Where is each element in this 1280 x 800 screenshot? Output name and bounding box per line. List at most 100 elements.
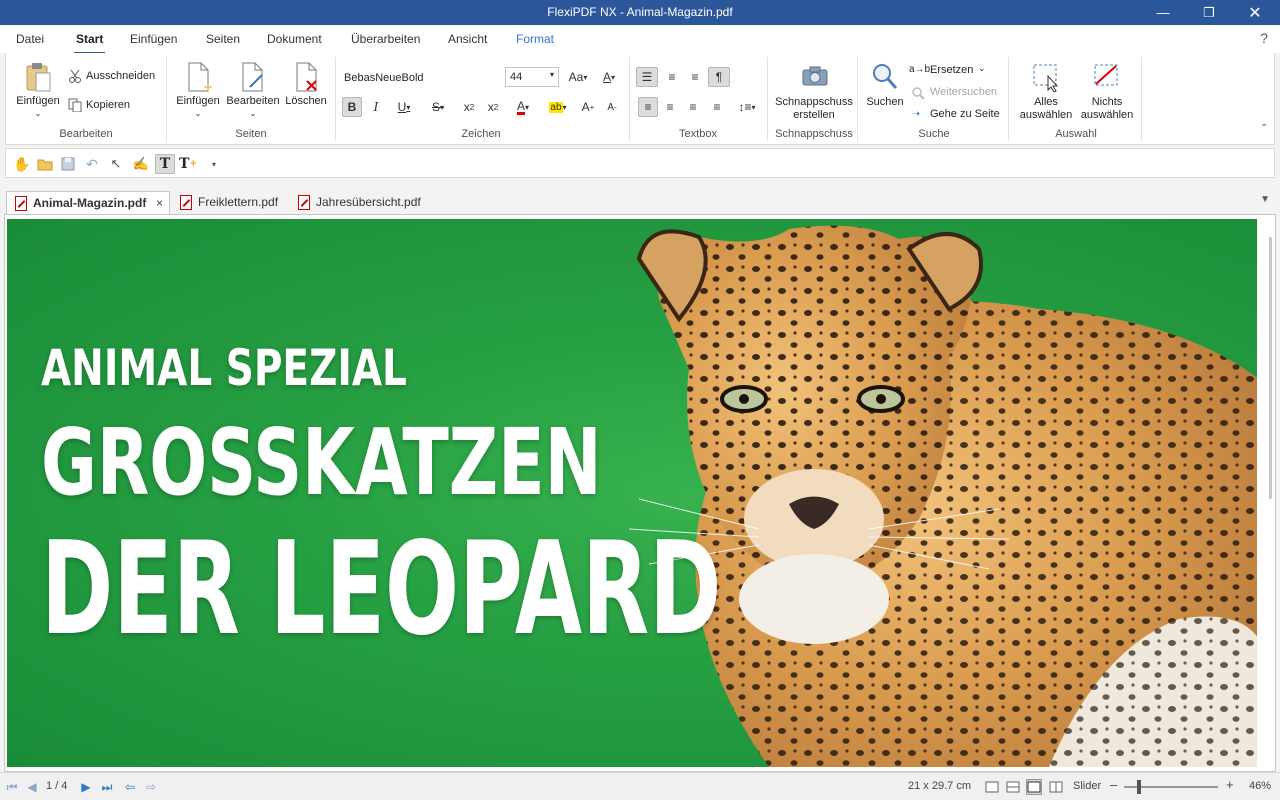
justify-icon[interactable]: ≡ bbox=[707, 97, 727, 117]
restore-button[interactable]: ❐ bbox=[1186, 0, 1232, 25]
change-case-icon[interactable]: Aa ▾ bbox=[563, 67, 593, 87]
fit-width-view-icon[interactable] bbox=[1026, 779, 1042, 795]
highlight-button[interactable]: ab ▾ bbox=[542, 97, 574, 117]
tab-seiten[interactable]: Seiten bbox=[206, 32, 240, 46]
line-spacing-icon[interactable]: ↕≡ ▾ bbox=[732, 97, 762, 117]
undo-icon[interactable]: ↶ bbox=[82, 154, 102, 174]
align-top-icon[interactable]: ☰ bbox=[636, 67, 658, 87]
doc-tab-freiklettern[interactable]: Freiklettern.pdf bbox=[172, 191, 288, 215]
font-family-select[interactable]: BebasNeueBold bbox=[344, 72, 424, 84]
grow-font-button[interactable]: A + bbox=[578, 97, 598, 117]
customize-toolbar-icon[interactable]: ▾ bbox=[204, 154, 224, 174]
tab-list-dropdown-icon[interactable]: ▼ bbox=[1260, 194, 1270, 205]
open-folder-icon[interactable] bbox=[35, 154, 55, 174]
single-page-view-icon[interactable] bbox=[984, 779, 1000, 795]
pdf-page: ANIMAL SPEZIAL GROSSKATZEN DER LEOPARD bbox=[7, 219, 1257, 767]
close-window-button[interactable]: ✕ bbox=[1232, 0, 1278, 25]
zoom-slider-thumb[interactable] bbox=[1137, 780, 1141, 794]
italic-button[interactable]: I bbox=[366, 97, 386, 117]
hand-tool-icon[interactable]: ✋ bbox=[12, 154, 32, 174]
superscript-button[interactable]: x2 bbox=[483, 97, 503, 117]
next-page-icon[interactable]: ▶ bbox=[78, 779, 94, 795]
replace-icon: a→b bbox=[909, 64, 931, 75]
font-size-select[interactable]: 44 ▾ bbox=[505, 67, 559, 87]
strikethrough-button[interactable]: S ▾ bbox=[424, 97, 452, 117]
text-tool-icon[interactable]: T bbox=[155, 154, 175, 174]
bold-button[interactable]: B bbox=[342, 97, 362, 117]
tab-format[interactable]: Format bbox=[516, 32, 554, 46]
edit-page-button[interactable]: Bearbeiten ⌄ bbox=[224, 59, 282, 123]
cut-button[interactable]: Ausschneiden bbox=[66, 67, 162, 85]
pdf-file-icon bbox=[298, 195, 310, 210]
search-button[interactable]: Suchen bbox=[863, 59, 907, 123]
search-icon bbox=[873, 64, 898, 89]
underline-button[interactable]: U ▾ bbox=[390, 97, 418, 117]
previous-page-icon[interactable]: ◀ bbox=[24, 779, 40, 795]
tab-dokument[interactable]: Dokument bbox=[267, 32, 322, 46]
close-tab-icon[interactable]: × bbox=[156, 192, 163, 214]
select-all-label-1: Alles bbox=[1034, 96, 1058, 108]
title-bar: FlexiPDF NX - Animal-Magazin.pdf — ❐ ✕ bbox=[0, 0, 1280, 25]
delete-page-button[interactable]: Löschen bbox=[282, 59, 330, 123]
zoom-slider[interactable] bbox=[1124, 780, 1218, 794]
last-page-icon[interactable]: ⏭ bbox=[99, 779, 115, 795]
zoom-out-button[interactable]: – bbox=[1110, 777, 1117, 792]
shrink-font-button[interactable]: A- bbox=[602, 97, 622, 117]
vertical-scrollbar[interactable] bbox=[1269, 237, 1272, 499]
align-left-icon[interactable]: ≡ bbox=[638, 97, 658, 117]
two-page-view-icon[interactable] bbox=[1048, 779, 1064, 795]
document-view[interactable]: ANIMAL SPEZIAL GROSSKATZEN DER LEOPARD bbox=[4, 214, 1276, 772]
snapshot-button[interactable]: Schnappschuss erstellen bbox=[772, 59, 856, 123]
doc-tab-animal-magazin[interactable]: Animal-Magazin.pdf × bbox=[6, 191, 170, 215]
search-label: Suchen bbox=[866, 96, 904, 108]
group-label-schnappschuss: Schnappschuss bbox=[775, 128, 853, 140]
tab-datei[interactable]: Datei bbox=[16, 32, 44, 46]
insert-page-button[interactable]: + Einfügen ⌄ bbox=[172, 59, 224, 123]
headline-line-3: DER LEOPARD bbox=[41, 515, 722, 664]
continuous-view-icon[interactable] bbox=[1005, 779, 1021, 795]
zoom-in-button[interactable]: + bbox=[1226, 777, 1234, 792]
text-direction-icon[interactable]: A ▾ bbox=[596, 67, 622, 87]
ribbon-separator bbox=[335, 57, 336, 141]
select-arrow-icon[interactable]: ↖ bbox=[106, 154, 126, 174]
tab-start[interactable]: Start bbox=[73, 32, 106, 54]
forward-view-icon[interactable]: ⇨ bbox=[143, 779, 159, 795]
tab-einfuegen[interactable]: Einfügen bbox=[130, 32, 177, 46]
align-middle-icon[interactable]: ≡ bbox=[661, 67, 683, 87]
pan-hand-icon[interactable]: ✍ bbox=[131, 154, 151, 174]
doc-tab-jahresuebersicht[interactable]: Jahresübersicht.pdf bbox=[290, 191, 424, 215]
help-icon[interactable]: ? bbox=[1260, 30, 1268, 46]
group-label-textbox: Textbox bbox=[679, 128, 717, 140]
group-label-seiten: Seiten bbox=[235, 128, 267, 140]
scissors-icon bbox=[69, 69, 81, 83]
select-all-button[interactable]: Alles auswählen bbox=[1016, 59, 1076, 123]
select-none-button[interactable]: Nichts auswählen bbox=[1076, 59, 1138, 123]
subscript-button[interactable]: x2 bbox=[459, 97, 479, 117]
tab-ueberarbeiten[interactable]: Überarbeiten bbox=[351, 32, 420, 46]
align-right-icon[interactable]: ≡ bbox=[683, 97, 703, 117]
align-center-icon[interactable]: ≡ bbox=[660, 97, 680, 117]
chevron-down-icon: ⌄ bbox=[978, 63, 986, 73]
find-next-button[interactable]: Weitersuchen bbox=[909, 84, 1005, 102]
delete-page-icon bbox=[296, 62, 317, 92]
first-page-icon[interactable]: ⏮ bbox=[4, 779, 20, 795]
save-icon[interactable] bbox=[58, 154, 78, 174]
add-text-icon[interactable]: T + bbox=[178, 154, 198, 174]
goto-page-button[interactable]: ➝ Gehe zu Seite bbox=[909, 106, 1005, 124]
select-none-label-2: auswählen bbox=[1080, 109, 1134, 121]
back-view-icon[interactable]: ⇦ bbox=[122, 779, 138, 795]
minimize-button[interactable]: — bbox=[1140, 0, 1186, 25]
page-indicator[interactable]: 1 / 4 bbox=[46, 780, 67, 792]
paste-button[interactable]: Einfügen ⌄ bbox=[10, 59, 66, 123]
copy-button[interactable]: Kopieren bbox=[66, 96, 162, 114]
tab-ansicht[interactable]: Ansicht bbox=[448, 32, 487, 46]
goto-arrow-icon: ➝ bbox=[911, 108, 921, 120]
collapse-ribbon-icon[interactable]: ⌃ bbox=[1260, 123, 1268, 134]
align-bottom-icon[interactable]: ≡ bbox=[684, 67, 706, 87]
paragraph-marks-icon[interactable]: ¶ bbox=[708, 67, 730, 87]
font-color-button[interactable]: A ▾ bbox=[508, 97, 538, 117]
doc-tab-label: Freiklettern.pdf bbox=[198, 195, 279, 209]
replace-button[interactable]: a→b Ersetzen ⌄ bbox=[909, 62, 995, 80]
delete-page-label: Löschen bbox=[285, 95, 327, 107]
doc-tab-label: Animal-Magazin.pdf bbox=[33, 196, 147, 210]
